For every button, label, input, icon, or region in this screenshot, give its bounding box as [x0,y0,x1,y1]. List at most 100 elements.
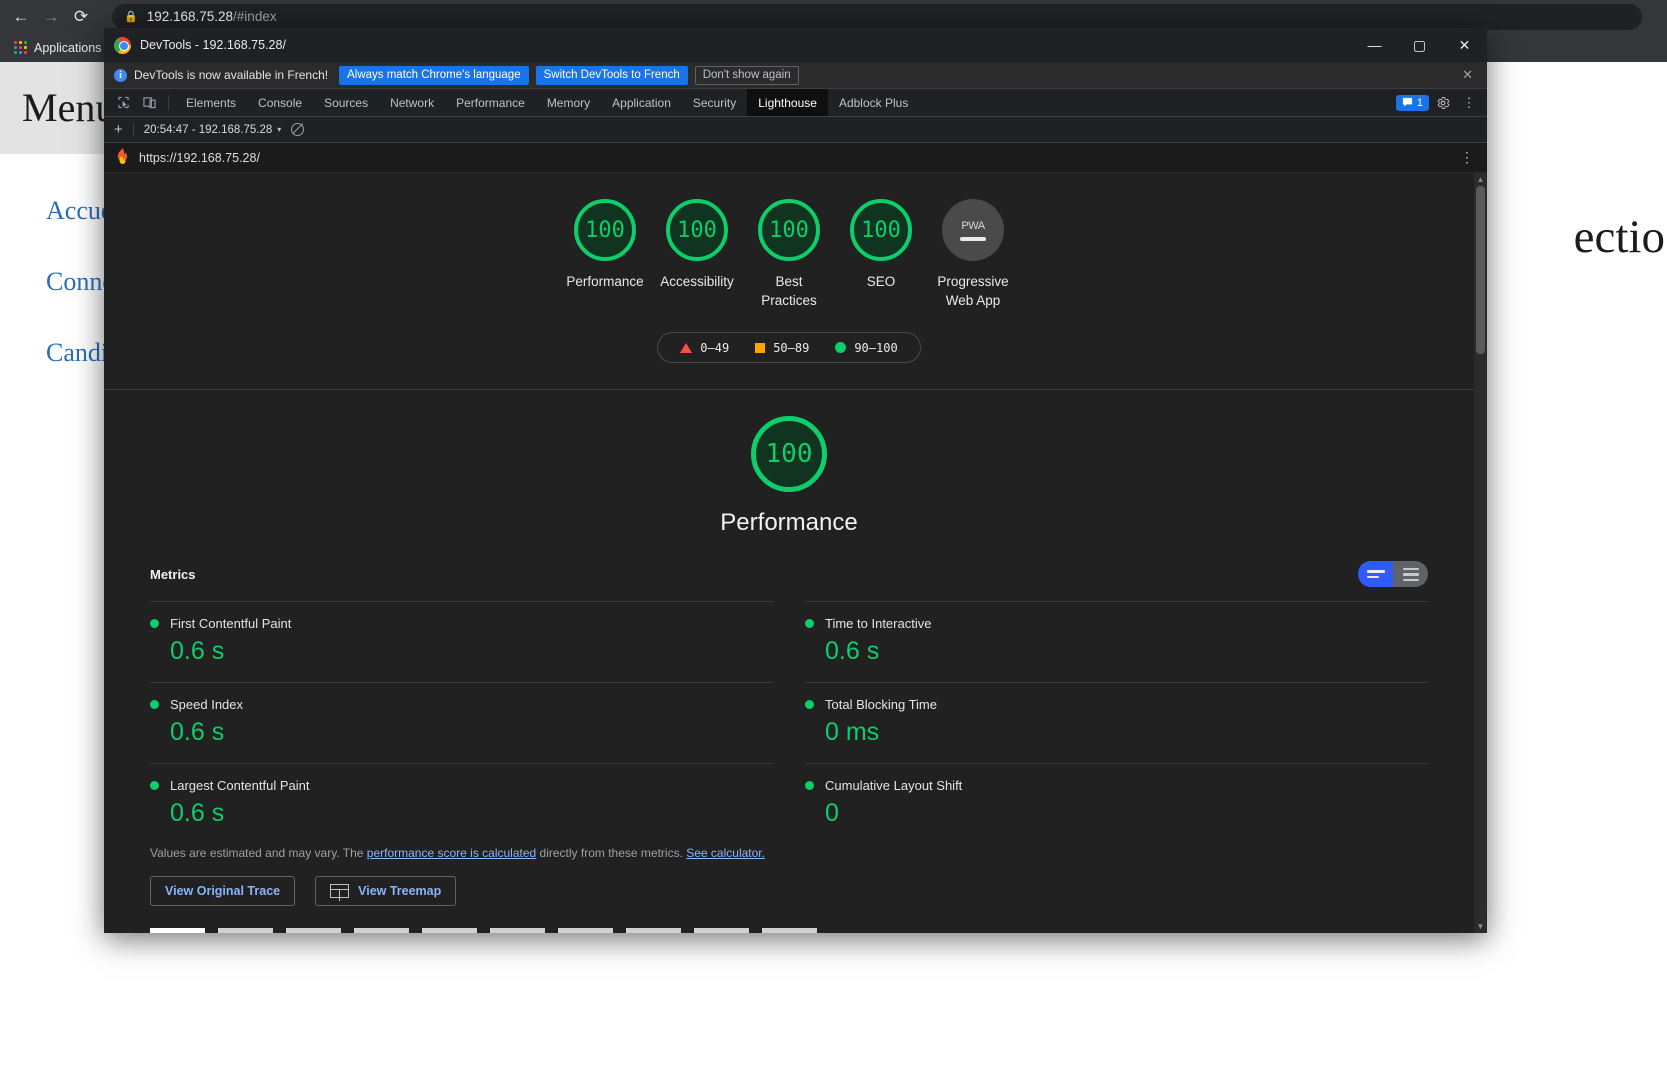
gauge-progressive-web-app[interactable]: PWA Progressive Web App [927,199,1019,310]
see-calculator-link[interactable]: See calculator. [686,846,765,860]
toolbar-divider [132,122,134,137]
performance-section-title: Performance [720,509,858,537]
tab-adblock-plus[interactable]: Adblock Plus [828,89,919,116]
gauge-accessibility[interactable]: 100 Accessibility [651,199,743,310]
back-button[interactable]: ← [6,2,36,32]
messages-badge[interactable]: 1 [1395,94,1429,111]
metric-largest-contentful-paint[interactable]: Largest Contentful Paint 0.6 s [150,763,773,844]
reload-button[interactable]: ⟳ [66,2,96,32]
page-heading-text: ectio [1573,211,1665,263]
metric-row: Total Blocking Time [805,697,1428,712]
report-scrollbar[interactable]: ▲ ▼ [1474,173,1487,933]
metric-time-to-interactive[interactable]: Time to Interactive 0.6 s [805,601,1428,682]
tab-console[interactable]: Console [247,89,313,116]
report-kebab-icon[interactable]: ⋮ [1460,149,1475,166]
legend-range: 50–89 [773,340,810,355]
metric-cumulative-layout-shift[interactable]: Cumulative Layout Shift 0 [805,763,1428,844]
filmstrip-frame[interactable] [626,928,681,933]
gauge-best-practices[interactable]: 100 Best Practices [743,199,835,310]
gauge-seo[interactable]: 100 SEO [835,199,927,310]
devtools-window-title: DevTools - 192.168.75.28/ [140,38,286,52]
tab-security[interactable]: Security [682,89,747,116]
metric-first-contentful-paint[interactable]: First Contentful Paint 0.6 s [150,601,773,682]
dont-show-again-button[interactable]: Don't show again [694,65,799,85]
bar-view-icon[interactable] [1358,561,1393,588]
view-original-trace-button[interactable]: View Original Trace [150,876,296,907]
address-bar[interactable]: 🔒 192.168.75.28 /#index [112,3,1642,30]
bookmark-label: Applications [34,40,102,55]
filmstrip-frame[interactable] [218,928,273,933]
view-treemap-button[interactable]: View Treemap [315,876,457,907]
tab-lighthouse[interactable]: Lighthouse [747,89,828,116]
tab-memory[interactable]: Memory [536,89,601,116]
legend-range: 90–100 [854,340,898,355]
tab-network[interactable]: Network [379,89,445,116]
metrics-header: Metrics [150,561,1428,588]
clear-icon[interactable] [291,123,305,136]
filmstrip-frame[interactable] [694,928,749,933]
filmstrip-frame[interactable] [490,928,545,933]
metric-row: Cumulative Layout Shift [805,778,1428,793]
tab-performance[interactable]: Performance [445,89,536,116]
filmstrip-frame[interactable] [286,928,341,933]
device-toolbar-icon[interactable] [136,89,162,116]
performance-hero: 100 Performance [104,390,1474,537]
plus-icon[interactable]: + [114,121,123,138]
minimize-button[interactable]: — [1352,28,1397,62]
gauge-label: Accessibility [660,274,734,289]
filmstrip-frame[interactable] [762,928,817,933]
score-calculation-link[interactable]: performance score is calculated [367,846,536,860]
infobar-close-icon[interactable]: ✕ [1454,67,1481,83]
metric-name: First Contentful Paint [170,616,292,632]
legend-pass: 90–100 [835,340,898,355]
legend-average: 50–89 [755,341,809,355]
tab-sources[interactable]: Sources [313,89,379,116]
metric-value: 0.6 s [170,799,225,828]
metric-speed-index[interactable]: Speed Index 0.6 s [150,682,773,763]
metric-name: Speed Index [170,697,244,713]
filmstrip-frame[interactable] [354,928,409,933]
gauge-label-line1: Progressive [937,274,1009,289]
performance-score: 100 [765,439,813,470]
messages-count: 1 [1416,96,1423,109]
scroll-up-arrow-icon[interactable]: ▲ [1477,173,1485,186]
metric-value: 0 ms [825,718,880,747]
gauge-label-line1: Best [775,274,803,289]
run-selector[interactable]: 20:54:47 - 192.168.75.28 ▾ [144,124,282,136]
gauge-label: Progressive Web App [937,273,1008,310]
category-gauges: 100 Performance 100 Accessibility 100 Be… [104,173,1474,310]
close-button[interactable]: ✕ [1442,28,1487,62]
gauge-score: 100 [861,217,901,243]
scroll-down-arrow-icon[interactable]: ▼ [1477,920,1485,933]
filmstrip-frame[interactable] [558,928,613,933]
gauge-ring: 100 [758,199,820,261]
kebab-menu-icon[interactable]: ⋮ [1457,92,1481,114]
lock-icon: 🔒 [124,11,138,23]
metric-value: 0.6 s [825,637,880,666]
metric-total-blocking-time[interactable]: Total Blocking Time 0 ms [805,682,1428,763]
gear-icon[interactable] [1431,92,1455,114]
list-view-icon[interactable] [1393,561,1428,587]
chevron-down-icon: ▾ [277,125,282,134]
switch-to-french-button[interactable]: Switch DevTools to French [535,65,688,85]
metric-value: 0.6 s [170,718,225,747]
metrics-view-toggle[interactable] [1358,561,1428,588]
gauge-label: SEO [866,274,896,289]
run-label: 20:54:47 - 192.168.75.28 [143,123,273,136]
inspect-cursor-icon[interactable] [110,89,136,116]
tab-elements[interactable]: Elements [175,89,247,116]
forward-button[interactable]: → [36,2,66,32]
scrollbar-thumb[interactable] [1476,186,1485,354]
filmstrip [104,906,1474,933]
gauge-performance[interactable]: 100 Performance [559,199,651,310]
always-match-language-button[interactable]: Always match Chrome's language [339,65,529,85]
metric-name: Cumulative Layout Shift [825,778,963,794]
tabbar-actions: 1 ⋮ [1395,89,1487,116]
filmstrip-frame[interactable] [422,928,477,933]
tab-application[interactable]: Application [601,89,682,116]
filmstrip-frame[interactable] [150,928,205,933]
maximize-button[interactable]: ▢ [1397,28,1442,62]
lighthouse-flame-icon [116,148,129,167]
metrics-title: Metrics [150,566,196,582]
bookmark-applications[interactable]: Applications [8,39,107,57]
